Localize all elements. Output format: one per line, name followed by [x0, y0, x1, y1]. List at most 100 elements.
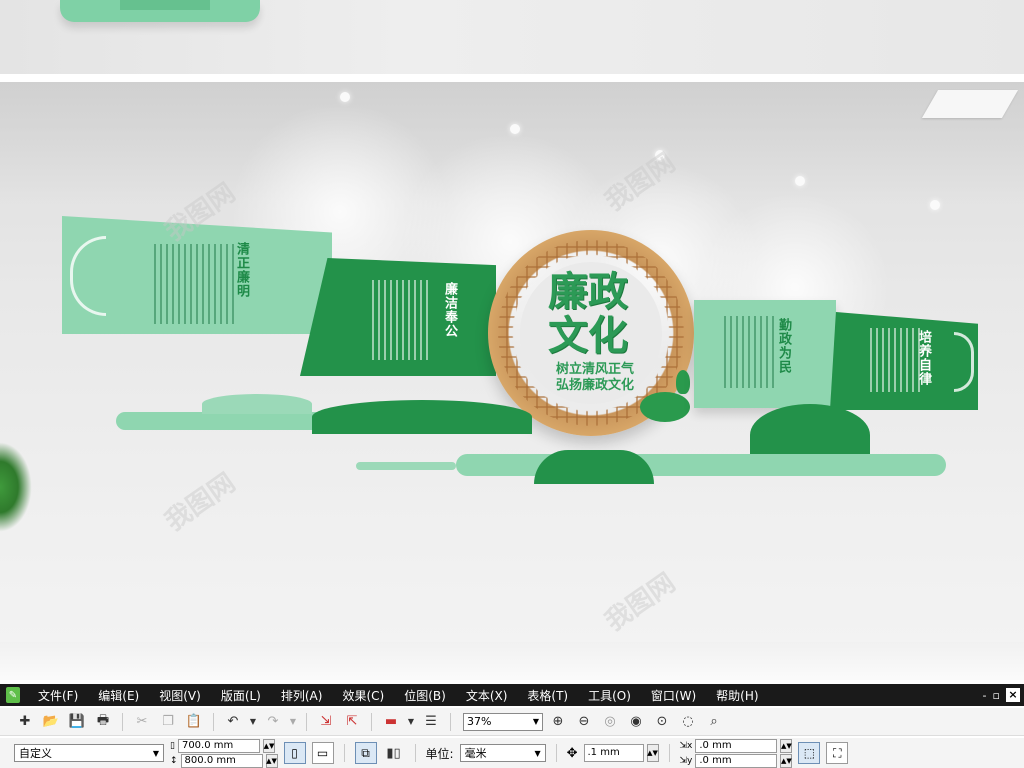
nudge-spinner[interactable]: ▲▼ [646, 744, 659, 762]
width-icon: ▯ [170, 740, 175, 751]
zoom-page-icon[interactable]: ⊙ [651, 712, 673, 732]
lotus-leaf [640, 392, 690, 422]
duplicate-y-field[interactable]: .0 mm [695, 753, 778, 768]
open-folder-icon[interactable]: 📂 [40, 712, 62, 732]
chevron-down-icon: ▼ [152, 748, 159, 758]
menu-help[interactable]: 帮助(H) [706, 687, 768, 704]
menu-layout[interactable]: 版面(L) [211, 687, 271, 704]
treat-as-filled-button[interactable]: ⬚ [798, 742, 821, 764]
zoom-height-icon[interactable]: ⌕ [703, 712, 725, 732]
zoom-level-select[interactable]: 37% ▼ [463, 712, 543, 731]
spotlight [930, 200, 940, 210]
light-green-band-2 [456, 454, 946, 476]
spotlight [340, 92, 350, 102]
unit-select[interactable]: 毫米 ▼ [459, 744, 546, 762]
wave-pattern [70, 236, 106, 316]
export-icon[interactable]: ⇱ [341, 712, 363, 732]
menu-bar: ✎ 文件(F) 编辑(E) 视图(V) 版面(L) 排列(A) 效果(C) 位图… [0, 684, 1024, 706]
cut-icon[interactable]: ✂ [131, 712, 153, 732]
plant-leaves [0, 442, 32, 532]
window-controls: - ▫ × [983, 688, 1024, 702]
redo-dropdown-icon[interactable]: ▼ [288, 712, 298, 732]
watermark: 我图网 [159, 467, 241, 538]
zoom-out-icon[interactable]: ⊖ [573, 712, 595, 732]
height-spinner[interactable]: ▲▼ [265, 753, 278, 768]
dup-y-icon: ⇲y [679, 755, 693, 766]
undo-dropdown-icon[interactable]: ▼ [248, 712, 258, 732]
page-preset-value: 自定义 [19, 747, 52, 760]
watermark: 我图网 [599, 567, 681, 638]
nudge-distance-field[interactable]: .1 mm [583, 744, 644, 762]
zoom-selected-icon[interactable]: ◎ [599, 712, 621, 732]
page-border-button[interactable]: ⛶ [826, 742, 849, 764]
duplicate-distance-fields: ⇲x .0 mm ▲▼ ⇲y .0 mm ▲▼ [679, 738, 793, 768]
paste-icon[interactable]: 📋 [183, 712, 205, 732]
spotlight [795, 176, 805, 186]
close-button[interactable]: × [1006, 688, 1020, 702]
launcher-dropdown-icon[interactable]: ▼ [406, 712, 416, 732]
page-size-fields: ▯ 700.0 mm ▲▼ ↕ 800.0 mm ▲▼ [170, 738, 278, 768]
ceiling-vent [921, 90, 1019, 118]
mountain-light [202, 394, 312, 414]
chevron-down-icon: ▼ [534, 748, 541, 758]
redo-icon[interactable]: ↷ [262, 712, 284, 732]
menu-table[interactable]: 表格(T) [517, 687, 578, 704]
zoom-level-value: 37% [467, 715, 492, 728]
page-height-field[interactable]: 800.0 mm [180, 753, 263, 768]
panel-3-title: 勤政为民 [776, 318, 791, 374]
welcome-screen-icon[interactable]: ☰ [420, 712, 442, 732]
menu-view[interactable]: 视图(V) [149, 687, 211, 704]
page-width-field[interactable]: 700.0 mm [177, 738, 260, 753]
height-icon: ↕ [170, 755, 178, 766]
duplicate-x-field[interactable]: .0 mm [695, 738, 778, 753]
application-launcher-icon[interactable]: ▬ [380, 712, 402, 732]
editor-window: ✎ 文件(F) 编辑(E) 视图(V) 版面(L) 排列(A) 效果(C) 位图… [0, 680, 1024, 768]
wall-panel-4 [830, 312, 978, 410]
chevron-down-icon: ▼ [532, 717, 539, 726]
menu-window[interactable]: 窗口(W) [641, 687, 706, 704]
new-document-icon[interactable]: ✚ [14, 712, 36, 732]
save-icon[interactable]: 💾 [66, 712, 88, 732]
mountain-dark [312, 400, 532, 434]
menu-edit[interactable]: 编辑(E) [88, 687, 149, 704]
screen: 清正廉明 廉洁奉公 廉政文化 树立清风正气 弘扬廉政文化 勤政为民 培养自律 我… [0, 0, 1024, 768]
standard-toolbar: ✚ 📂 💾 🖶 ✂ ❐ 📋 ↶ ▼ ↷ ▼ ⇲ ⇱ ▬ ▼ ☰ 37% ▼ ⊕ … [0, 708, 1024, 736]
portrait-button[interactable]: ▯ [283, 742, 306, 764]
current-page-icon[interactable]: ▮▯ [383, 743, 405, 763]
menu-bitmaps[interactable]: 位图(B) [394, 687, 456, 704]
menu-tools[interactable]: 工具(O) [578, 687, 641, 704]
panel-1-title: 清正廉明 [234, 242, 249, 298]
panel-2-title: 廉洁奉公 [442, 282, 457, 338]
import-icon[interactable]: ⇲ [315, 712, 337, 732]
center-title: 廉政文化 [548, 269, 628, 359]
dup-y-spinner[interactable]: ▲▼ [780, 753, 793, 768]
nudge-icon: ✥ [566, 745, 578, 761]
wall-panel-3 [694, 300, 836, 408]
all-pages-button[interactable]: ⧉ [354, 742, 377, 764]
zoom-all-icon[interactable]: ◉ [625, 712, 647, 732]
landscape-button[interactable]: ▭ [311, 742, 334, 764]
minimize-button[interactable]: - [983, 689, 987, 702]
menu-effects[interactable]: 效果(C) [332, 687, 394, 704]
dup-x-icon: ⇲x [679, 740, 693, 751]
zoom-width-icon[interactable]: ◌ [677, 712, 699, 732]
menu-file[interactable]: 文件(F) [28, 687, 88, 704]
restore-button[interactable]: ▫ [993, 689, 1000, 702]
preview-image-top [0, 0, 1024, 74]
copy-icon[interactable]: ❐ [157, 712, 179, 732]
page-preset-select[interactable]: 自定义 ▼ [14, 744, 164, 762]
lotus-bud [676, 370, 690, 394]
preview-image-main: 清正廉明 廉洁奉公 廉政文化 树立清风正气 弘扬廉政文化 勤政为民 培养自律 我… [0, 82, 1024, 680]
undo-icon[interactable]: ↶ [222, 712, 244, 732]
dup-x-spinner[interactable]: ▲▼ [780, 738, 793, 753]
wall-panel-1 [62, 216, 332, 334]
menu-arrange[interactable]: 排列(A) [271, 687, 333, 704]
wave-pattern [954, 332, 974, 392]
spotlight [655, 150, 665, 160]
print-icon[interactable]: 🖶 [92, 712, 114, 732]
property-bar: 自定义 ▼ ▯ 700.0 mm ▲▼ ↕ 800.0 mm ▲▼ ▯ ▭ ⧉ … [0, 738, 1024, 768]
menu-text[interactable]: 文本(X) [456, 687, 518, 704]
app-icon: ✎ [6, 687, 20, 703]
zoom-in-icon[interactable]: ⊕ [547, 712, 569, 732]
width-spinner[interactable]: ▲▼ [262, 738, 275, 753]
